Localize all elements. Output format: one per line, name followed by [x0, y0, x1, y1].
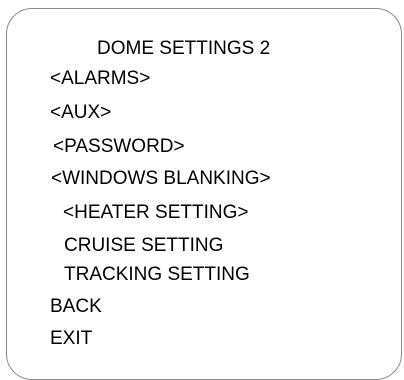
menu-item-password[interactable]: <PASSWORD>	[53, 135, 185, 159]
menu-item-heater-setting[interactable]: <HEATER SETTING>	[63, 201, 248, 225]
menu-item-aux[interactable]: <AUX>	[50, 101, 111, 125]
menu-item-tracking-setting[interactable]: TRACKING SETTING	[64, 263, 250, 287]
menu-item-cruise-setting[interactable]: CRUISE SETTING	[64, 234, 223, 258]
osd-menu-frame	[6, 8, 402, 380]
menu-item-back[interactable]: BACK	[50, 295, 102, 319]
menu-item-exit[interactable]: EXIT	[50, 327, 92, 351]
menu-item-windows-blanking[interactable]: <WINDOWS BLANKING>	[51, 167, 271, 191]
menu-title: DOME SETTINGS 2	[97, 38, 271, 59]
menu-item-alarms[interactable]: <ALARMS>	[50, 67, 150, 91]
